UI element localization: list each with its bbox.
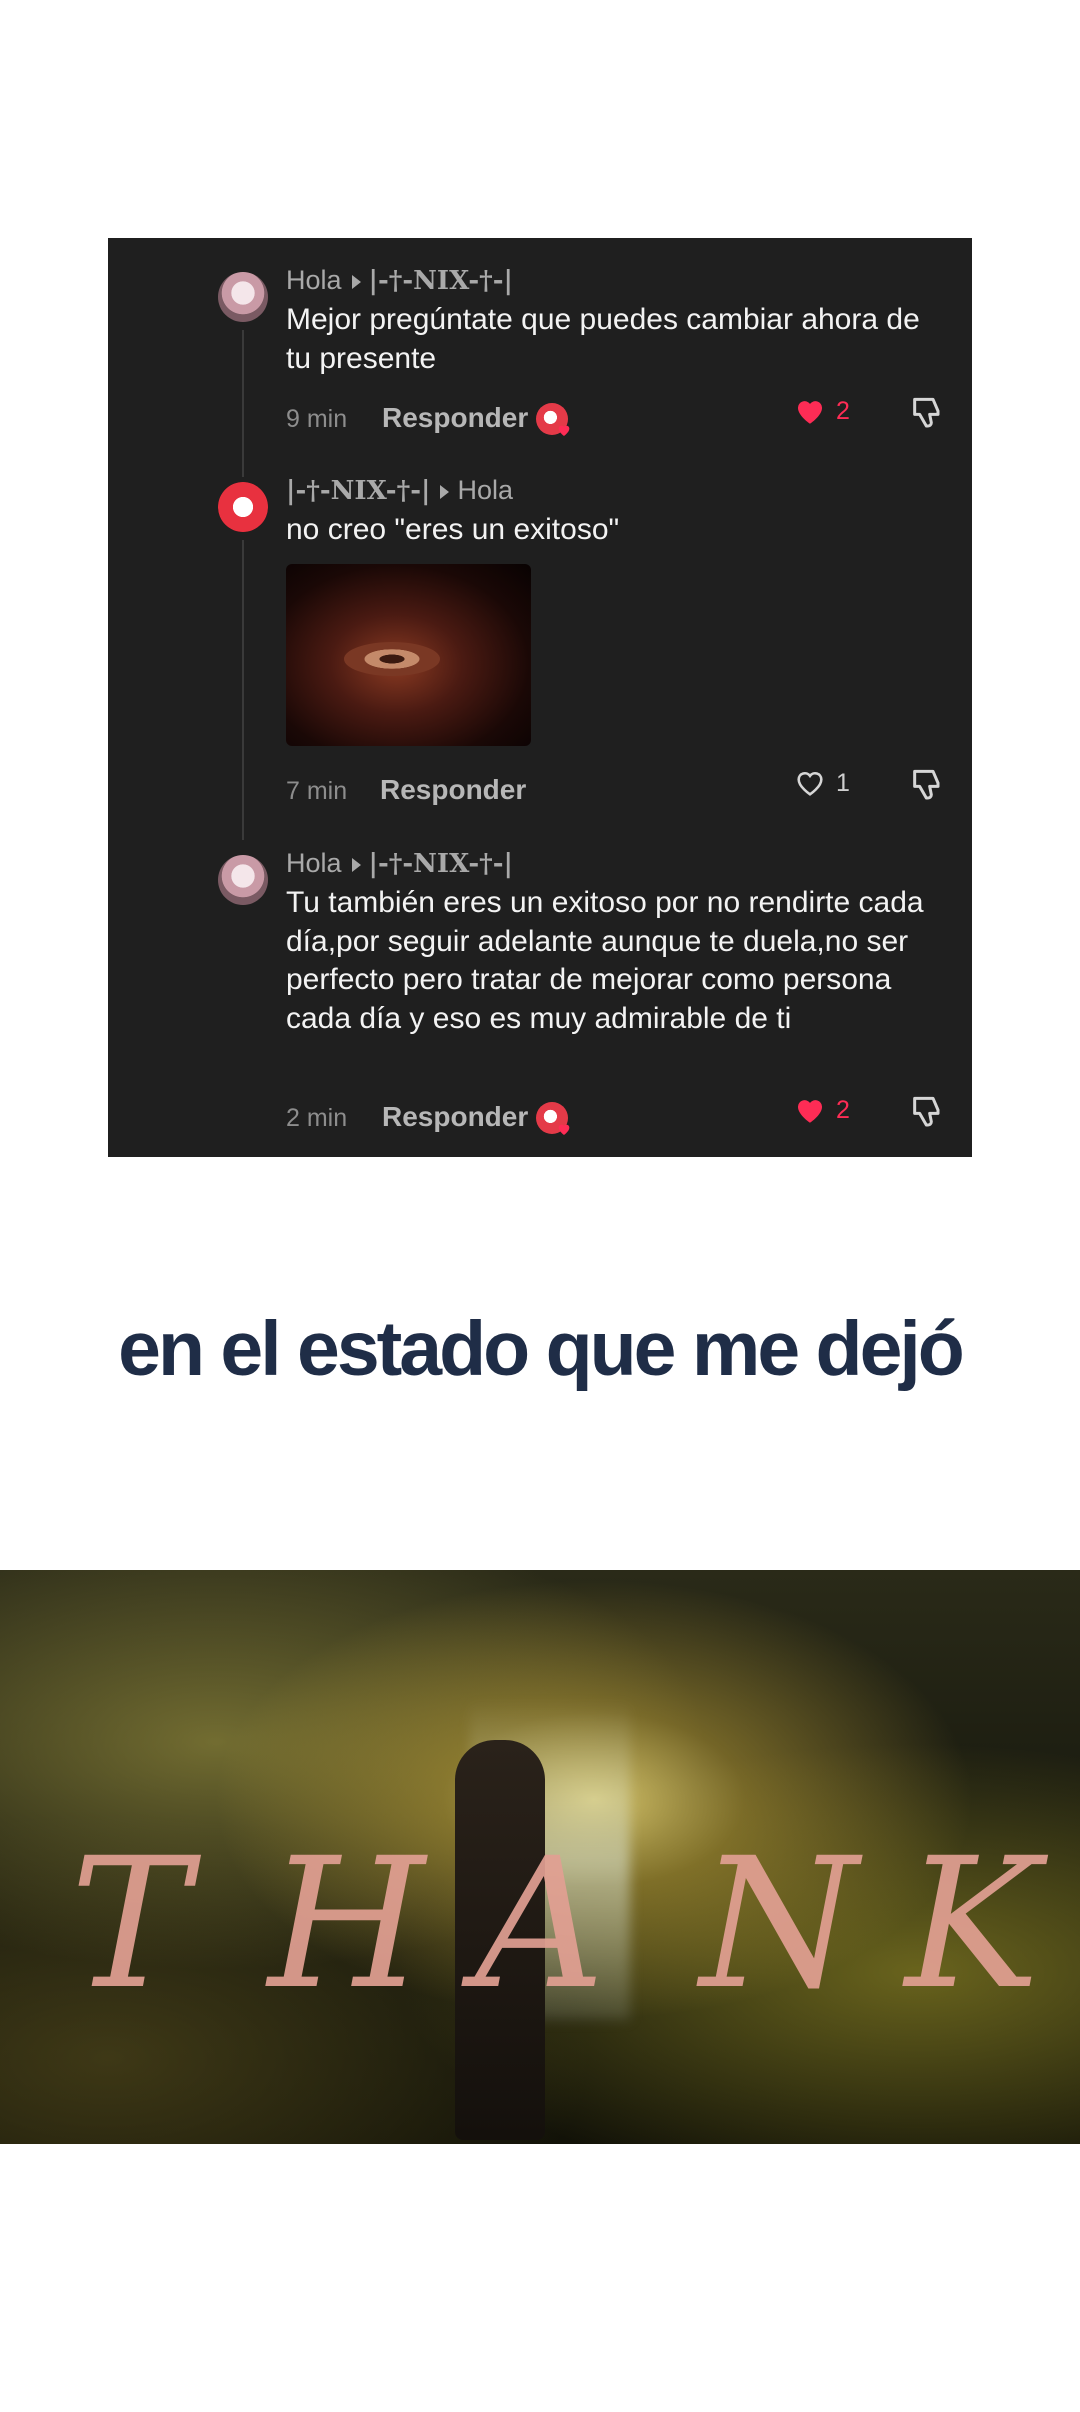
comment-header: Hola |-†-NIX-†-| [286, 848, 513, 879]
creator-heart-icon [558, 1124, 570, 1135]
avatar[interactable] [218, 272, 268, 322]
comments-panel: Hola |-†-NIX-†-| Mejor pregúntate que pue… [108, 238, 972, 1157]
like-button[interactable]: 2 [792, 394, 850, 428]
dislike-icon[interactable] [908, 391, 948, 431]
comment-text: Tu también eres un exitoso por no rendir… [286, 886, 924, 1035]
reply-to-name[interactable]: Hola [457, 475, 513, 505]
like-button[interactable]: 1 [792, 766, 850, 800]
thread-line [242, 330, 244, 477]
overlay-letter: N [700, 1820, 858, 2029]
creator-heart-icon [558, 425, 570, 436]
author-name[interactable]: Hola [286, 265, 342, 295]
reply-button[interactable]: Responder [382, 1101, 528, 1133]
comment-image[interactable] [286, 564, 531, 746]
reply-to-name[interactable]: |-†-NIX-†-| [369, 849, 513, 879]
reply-to-arrow-icon [351, 857, 361, 872]
author-name[interactable]: |-†-NIX-†-| [286, 476, 430, 506]
like-count: 2 [836, 396, 850, 425]
comment-time: 2 min [286, 1104, 348, 1132]
like-count: 2 [836, 1095, 850, 1124]
reply-to-arrow-icon [440, 484, 450, 499]
avatar[interactable] [218, 855, 268, 905]
overlay-letter: K [905, 1820, 1040, 2029]
author-name[interactable]: Hola [286, 848, 342, 878]
reply-to-name[interactable]: |-†-NIX-†-| [369, 266, 513, 296]
like-button[interactable]: 2 [792, 1093, 850, 1127]
heart-filled-icon [797, 1100, 823, 1123]
avatar[interactable] [218, 482, 268, 532]
heart-filled-icon [797, 401, 823, 424]
heart-outline-icon [797, 772, 823, 796]
caption-headline: en el estado que me dejó [118, 1306, 965, 1392]
comment-text: no creo "eres un exitoso" [286, 513, 620, 546]
thread-line [242, 540, 244, 840]
like-count: 1 [836, 768, 850, 797]
dislike-icon[interactable] [908, 763, 948, 803]
reply-button[interactable]: Responder [382, 402, 528, 434]
comment-time: 7 min [286, 777, 348, 805]
dislike-icon[interactable] [908, 1090, 948, 1130]
comment-header: |-†-NIX-†-| Hola [286, 475, 513, 506]
reply-button[interactable]: Responder [380, 774, 526, 806]
overlay-letter: A [475, 1820, 605, 2029]
comment-text: Mejor pregúntate que puedes cambiar ahor… [286, 303, 920, 375]
overlay-letter: H [268, 1820, 425, 2029]
overlay-letter: T [70, 1820, 191, 2029]
comment-time: 9 min [286, 405, 348, 433]
comment-header: Hola |-†-NIX-†-| [286, 265, 513, 296]
eye-graphic [344, 642, 440, 676]
forest-scene-image: T H A N K [0, 1570, 1080, 2144]
reply-to-arrow-icon [351, 274, 361, 289]
